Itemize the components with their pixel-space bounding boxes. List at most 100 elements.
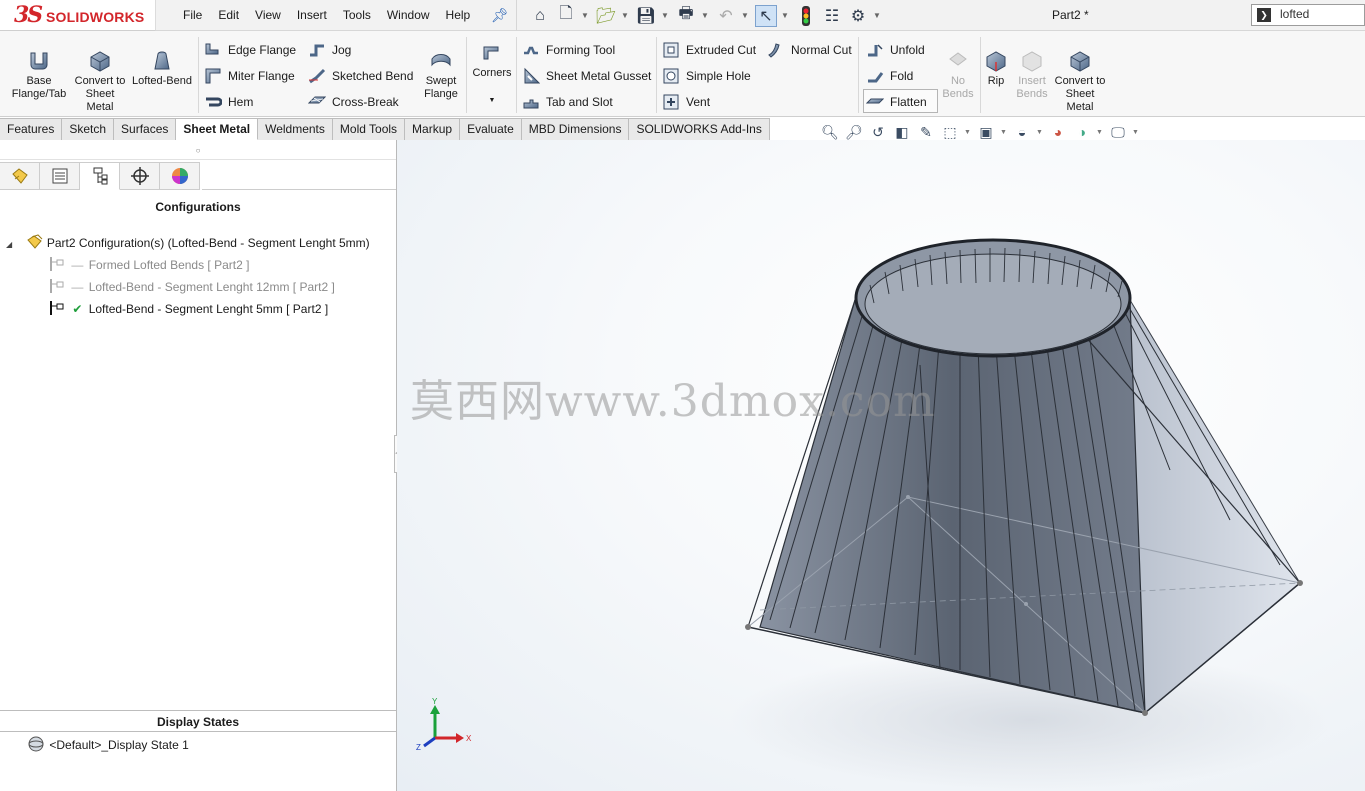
tab-features[interactable]: Features	[0, 118, 63, 140]
unfold-icon	[868, 44, 883, 57]
menu-window[interactable]: Window	[379, 8, 438, 22]
print-dropdown-icon[interactable]: ▼	[701, 11, 711, 20]
dynamic-annotation-icon[interactable]: ✎	[916, 122, 936, 142]
rip-label: Rip	[987, 75, 1005, 87]
save-dropdown-icon[interactable]: ▼	[661, 11, 671, 20]
config-item[interactable]: — Lofted-Bend - Segment Lenght 12mm [ Pa…	[48, 278, 335, 296]
undo-dropdown-icon[interactable]: ▼	[741, 11, 751, 20]
edit-appearance-icon[interactable]: ◕	[1048, 122, 1068, 142]
tab-evaluate[interactable]: Evaluate	[460, 118, 522, 140]
base-flange-tab-button[interactable]: Base Flange/Tab	[6, 49, 72, 101]
edge-flange-button[interactable]: Edge Flange	[204, 41, 296, 59]
menu-file[interactable]: File	[175, 8, 210, 22]
extruded-cut-button[interactable]: Extruded Cut	[662, 41, 756, 59]
extruded-cut-icon	[663, 42, 679, 58]
corners-dropdown-icon[interactable]: ▼	[468, 94, 516, 107]
tab-mbd-dimensions[interactable]: MBD Dimensions	[521, 118, 630, 140]
tab-solidworks-add-ins[interactable]: SOLIDWORKS Add-Ins	[629, 118, 770, 140]
convert-to-sheet-metal-2-button[interactable]: Convert to Sheet Metal	[1054, 49, 1106, 114]
new-dropdown-icon[interactable]: ▼	[581, 11, 591, 20]
tab-sketch[interactable]: Sketch	[62, 118, 115, 140]
menu-insert[interactable]: Insert	[289, 8, 335, 22]
graphics-viewport[interactable]: Y X Z	[397, 140, 1365, 791]
new-document-icon[interactable]: 🗋︎	[555, 5, 577, 27]
property-manager-tab[interactable]	[40, 162, 80, 190]
zoom-to-fit-icon[interactable]: 🔍︎	[820, 122, 840, 142]
convert-to-sheet-metal-button[interactable]: Convert to Sheet Metal	[74, 49, 126, 114]
save-icon[interactable]: 💾︎	[635, 5, 657, 27]
config-item-active[interactable]: ✔ Lofted-Bend - Segment Lenght 5mm [ Par…	[48, 300, 328, 318]
options-dropdown-icon[interactable]: ▼	[873, 11, 883, 20]
miter-flange-button[interactable]: Miter Flange	[204, 67, 295, 85]
display-state-row[interactable]: <Default>_Display State 1	[26, 735, 189, 753]
open-dropdown-icon[interactable]: ▼	[621, 11, 631, 20]
undo-icon[interactable]: ↶	[715, 5, 737, 27]
home-icon[interactable]: ⌂	[529, 5, 551, 27]
print-icon[interactable]: 🖶︎	[675, 5, 697, 27]
display-manager-tab[interactable]	[160, 162, 200, 190]
configuration-manager-tab[interactable]	[80, 162, 120, 190]
zoom-to-area-icon[interactable]: 🔎︎	[844, 122, 864, 142]
collapse-arrow-icon[interactable]: ◢	[6, 240, 12, 249]
panel-grip[interactable]: ○	[0, 140, 396, 160]
hide-show-items-icon[interactable]: ◒	[1012, 122, 1032, 142]
view-settings-monitor-icon[interactable]: 🖵︎	[1108, 122, 1128, 142]
insert-bends-button[interactable]: Insert Bends	[1012, 49, 1052, 101]
tab-mold-tools[interactable]: Mold Tools	[332, 118, 406, 140]
configuration-icon	[50, 279, 64, 293]
dimxpert-manager-tab[interactable]	[120, 162, 160, 190]
swept-flange-button[interactable]: Swept Flange	[418, 49, 464, 101]
config-root-row[interactable]: ◢ Part2 Configuration(s) (Lofted-Bend - …	[6, 234, 370, 252]
tab-weldments[interactable]: Weldments	[258, 118, 333, 140]
jog-label: Jog	[332, 43, 352, 57]
sheet-metal-gusset-button[interactable]: Sheet Metal Gusset	[522, 67, 651, 85]
hem-button[interactable]: Hem	[204, 93, 253, 111]
menu-edit[interactable]: Edit	[210, 8, 247, 22]
apply-scene-icon[interactable]: ◑	[1072, 122, 1092, 142]
display-style-icon[interactable]: ▣	[976, 122, 996, 142]
solidworks-logo[interactable]: 3S SOLIDWORKS	[0, 0, 156, 31]
cross-break-button[interactable]: Cross-Break	[308, 93, 399, 111]
section-view-icon[interactable]: ◧	[892, 122, 912, 142]
options-gear-icon[interactable]: ⚙	[847, 5, 869, 27]
forming-tool-button[interactable]: Forming Tool	[522, 41, 615, 59]
crosshair-icon	[130, 167, 149, 185]
lofted-bend-button[interactable]: Lofted-Bend	[128, 49, 196, 88]
pin-menu-icon[interactable]: 📌︎	[491, 7, 509, 24]
config-item[interactable]: — Formed Lofted Bends [ Part2 ]	[48, 256, 249, 274]
no-bends-button[interactable]: No Bends	[938, 49, 978, 101]
corners-button[interactable]: Corners ▼	[468, 41, 516, 107]
fold-button[interactable]: Fold	[866, 67, 913, 85]
sketched-bend-button[interactable]: Sketched Bend	[308, 67, 413, 85]
rebuild-icon[interactable]	[795, 5, 817, 27]
display-style-dropdown-icon[interactable]: ▼	[1000, 129, 1008, 136]
file-properties-icon[interactable]: ☷	[821, 5, 843, 27]
jog-button[interactable]: Jog	[308, 41, 351, 59]
model-view: Y X Z	[416, 238, 1330, 790]
vent-button[interactable]: Vent	[662, 93, 710, 111]
tab-surfaces[interactable]: Surfaces	[114, 118, 177, 140]
previous-view-icon[interactable]: ↺	[868, 122, 888, 142]
corners-label: Corners	[472, 67, 512, 79]
search-commands-field[interactable]: ❯ lofted	[1251, 4, 1365, 26]
tab-and-slot-button[interactable]: Tab and Slot	[522, 93, 613, 111]
view-orientation-icon[interactable]: ⬚	[940, 122, 960, 142]
rip-button[interactable]: Rip	[982, 49, 1010, 88]
normal-cut-button[interactable]: Normal Cut	[767, 41, 852, 59]
feature-manager-tab[interactable]	[0, 162, 40, 190]
simple-hole-button[interactable]: Simple Hole	[662, 67, 751, 85]
menu-view[interactable]: View	[247, 8, 289, 22]
select-arrow-icon[interactable]: ↖	[755, 4, 777, 27]
menu-help[interactable]: Help	[438, 8, 479, 22]
hide-show-dropdown-icon[interactable]: ▼	[1036, 129, 1044, 136]
flatten-label: Flatten	[890, 95, 927, 109]
tab-sheet-metal[interactable]: Sheet Metal	[176, 118, 259, 140]
apply-scene-dropdown-icon[interactable]: ▼	[1096, 129, 1104, 136]
menu-tools[interactable]: Tools	[335, 8, 379, 22]
tab-markup[interactable]: Markup	[405, 118, 461, 140]
view-orientation-dropdown-icon[interactable]: ▼	[964, 129, 972, 136]
open-folder-icon[interactable]: 📂︎	[595, 5, 617, 27]
select-dropdown-icon[interactable]: ▼	[781, 11, 791, 20]
view-settings-dropdown-icon[interactable]: ▼	[1132, 129, 1140, 136]
unfold-button[interactable]: Unfold	[866, 41, 925, 59]
